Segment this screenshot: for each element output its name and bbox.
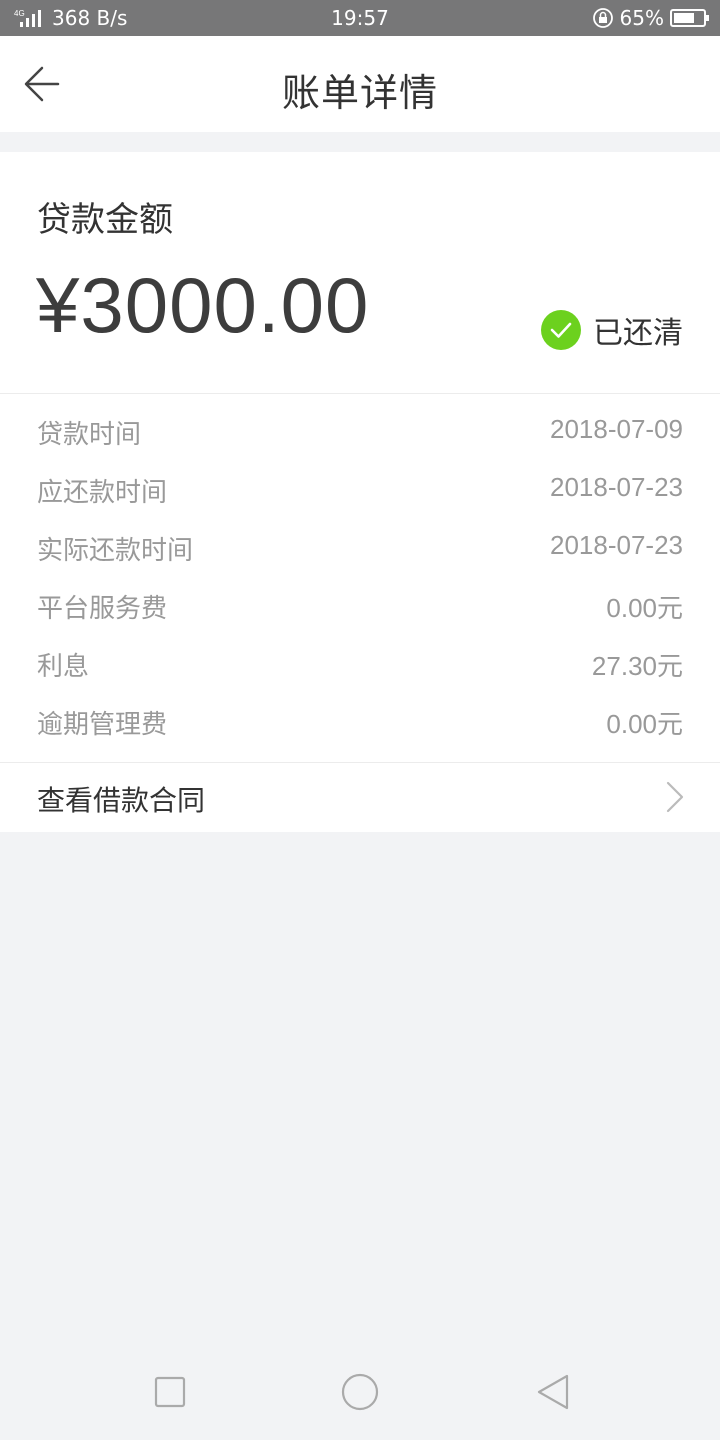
navigation-bar bbox=[0, 1340, 720, 1440]
detail-value: 2018-07-23 bbox=[550, 472, 683, 502]
view-contract-button[interactable]: 查看借款合同 bbox=[0, 762, 720, 832]
square-icon bbox=[154, 1376, 186, 1408]
view-contract-label: 查看借款合同 bbox=[37, 784, 206, 817]
detail-label: 平台服务费 bbox=[37, 594, 168, 624]
detail-label: 利息 bbox=[37, 652, 90, 682]
loan-amount-label: 贷款金额 bbox=[37, 200, 173, 240]
page-title: 账单详情 bbox=[281, 71, 438, 115]
repayment-status: 已还清 bbox=[541, 308, 683, 352]
status-bar: 4G 368 B/s 19:57 65% bbox=[0, 0, 720, 36]
triangle-back-icon bbox=[537, 1374, 569, 1410]
status-left: 4G 368 B/s bbox=[10, 6, 127, 30]
network-speed: 368 B/s bbox=[52, 6, 128, 30]
battery-percent: 65% bbox=[619, 6, 664, 30]
detail-label: 逾期管理费 bbox=[37, 710, 168, 740]
detail-row-due-date: 应还款时间 2018-07-23 bbox=[0, 462, 720, 520]
check-circle-icon bbox=[541, 310, 581, 350]
rotation-lock-icon bbox=[592, 7, 614, 29]
chevron-right-icon bbox=[664, 780, 686, 814]
detail-label: 贷款时间 bbox=[37, 420, 142, 450]
circle-icon bbox=[341, 1373, 379, 1411]
divider bbox=[0, 393, 720, 394]
detail-value: 0.00元 bbox=[606, 709, 683, 739]
detail-value: 2018-07-23 bbox=[550, 530, 683, 560]
network-type: 4G bbox=[14, 9, 25, 18]
battery-icon bbox=[670, 8, 710, 28]
signal-icon: 4G bbox=[10, 8, 46, 28]
recent-apps-button[interactable] bbox=[150, 1372, 190, 1412]
status-right: 65% bbox=[592, 6, 710, 30]
nav-back-button[interactable] bbox=[534, 1372, 574, 1412]
detail-value: 2018-07-09 bbox=[550, 414, 683, 444]
home-button[interactable] bbox=[340, 1372, 380, 1412]
header: 账单详情 bbox=[0, 36, 720, 132]
detail-label: 应还款时间 bbox=[37, 478, 168, 508]
detail-row-service-fee: 平台服务费 0.00元 bbox=[0, 578, 720, 636]
detail-list: 贷款时间 2018-07-09 应还款时间 2018-07-23 实际还款时间 … bbox=[0, 404, 720, 752]
detail-value: 0.00元 bbox=[606, 593, 683, 623]
status-badge: 已还清 bbox=[593, 316, 683, 351]
detail-row-loan-date: 贷款时间 2018-07-09 bbox=[0, 404, 720, 462]
bill-card: 贷款金额 ¥3000.00 已还清 贷款时间 2018-07-09 应还款时间 … bbox=[0, 152, 720, 832]
detail-value: 27.30元 bbox=[591, 651, 683, 681]
detail-row-actual-repay-date: 实际还款时间 2018-07-23 bbox=[0, 520, 720, 578]
detail-row-overdue-fee: 逾期管理费 0.00元 bbox=[0, 694, 720, 752]
loan-amount-value: ¥3000.00 bbox=[36, 261, 370, 349]
detail-row-interest: 利息 27.30元 bbox=[0, 636, 720, 694]
detail-label: 实际还款时间 bbox=[37, 536, 194, 566]
